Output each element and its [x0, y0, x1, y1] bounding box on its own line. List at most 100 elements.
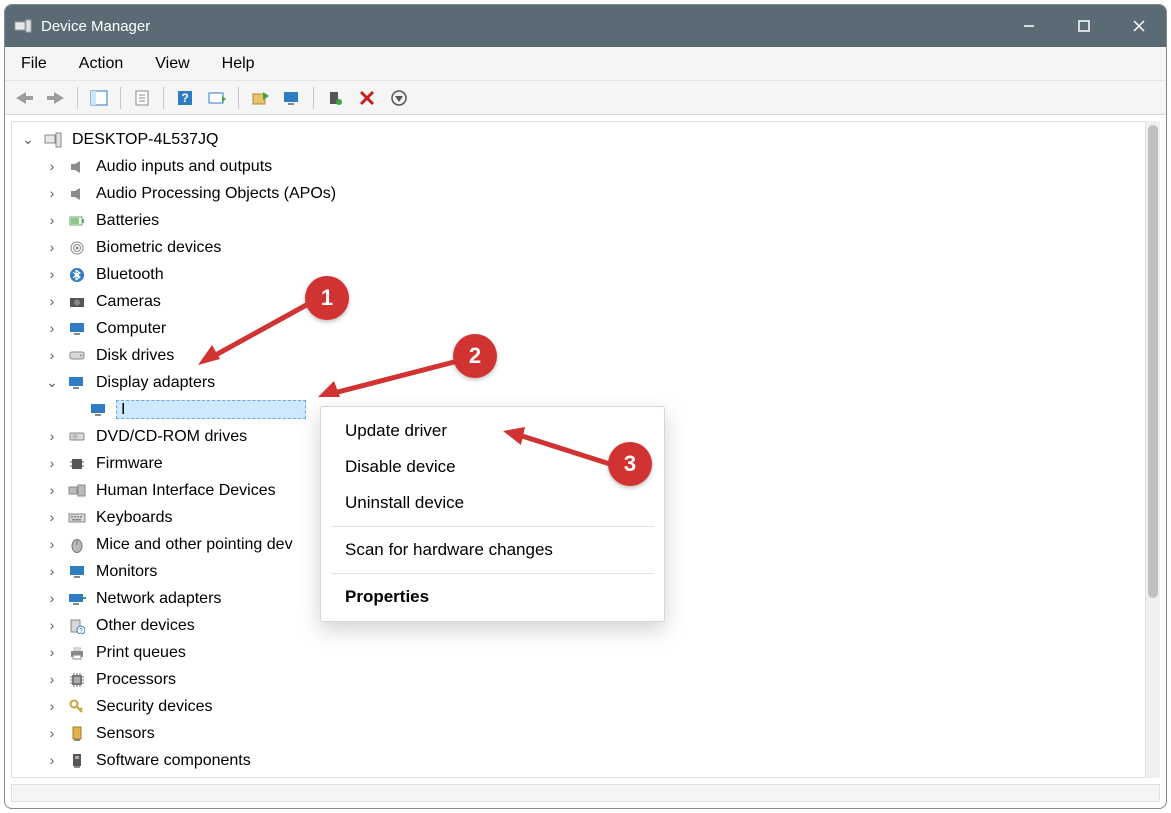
- tree-node-display[interactable]: ⌄ Display adapters: [14, 369, 1145, 396]
- expander-closed-icon[interactable]: ›: [44, 321, 60, 336]
- context-properties[interactable]: Properties: [321, 579, 664, 615]
- close-icon: [1132, 19, 1146, 33]
- expander-closed-icon[interactable]: ›: [44, 348, 60, 363]
- expander-closed-icon[interactable]: ›: [44, 564, 60, 579]
- tree-label: Bluetooth: [94, 266, 166, 284]
- tree-node-computer[interactable]: › Computer: [14, 315, 1145, 342]
- back-button[interactable]: [9, 85, 39, 111]
- expander-closed-icon[interactable]: ›: [44, 294, 60, 309]
- expander-closed-icon[interactable]: ›: [44, 699, 60, 714]
- expander-open-icon[interactable]: ⌄: [20, 132, 36, 147]
- scrollbar[interactable]: [1146, 121, 1160, 778]
- tree-label: Disk drives: [94, 347, 176, 365]
- toolbar: ?: [5, 81, 1166, 115]
- statusbar: [11, 784, 1160, 802]
- monitor-icon: [66, 322, 88, 336]
- tree-node-biometric[interactable]: › Biometric devices: [14, 234, 1145, 261]
- minimize-button[interactable]: [1001, 5, 1056, 47]
- toolbar-separator: [238, 87, 239, 109]
- cpu-icon: [66, 672, 88, 688]
- tree-root[interactable]: ⌄ DESKTOP-4L537JQ: [14, 126, 1145, 153]
- menu-action[interactable]: Action: [73, 51, 129, 77]
- annotation-badge-3: 3: [608, 442, 652, 486]
- expander-closed-icon[interactable]: ›: [44, 267, 60, 282]
- computer-icon: [42, 132, 64, 148]
- expander-closed-icon[interactable]: ›: [44, 456, 60, 471]
- expander-closed-icon[interactable]: ›: [44, 726, 60, 741]
- annotation-badge-2: 2: [453, 334, 497, 378]
- expander-closed-icon[interactable]: ›: [44, 186, 60, 201]
- tree-node-cameras[interactable]: › Cameras: [14, 288, 1145, 315]
- tree-node-batteries[interactable]: › Batteries: [14, 207, 1145, 234]
- minimize-icon: [1022, 19, 1036, 33]
- tree-label: Audio Processing Objects (APOs): [94, 185, 338, 203]
- tree-node-security[interactable]: › Security devices: [14, 693, 1145, 720]
- expander-closed-icon[interactable]: ›: [44, 753, 60, 768]
- toolbar-separator: [77, 87, 78, 109]
- close-button[interactable]: [1111, 5, 1166, 47]
- expander-closed-icon[interactable]: ›: [44, 483, 60, 498]
- console-tree-icon: [90, 90, 108, 106]
- tree-label: Network adapters: [94, 590, 223, 608]
- uninstall-device-button[interactable]: [277, 85, 307, 111]
- tree-label: Other devices: [94, 617, 197, 635]
- tree-node-audio-io[interactable]: › Audio inputs and outputs: [14, 153, 1145, 180]
- battery-icon: [66, 214, 88, 228]
- expander-closed-icon[interactable]: ›: [44, 510, 60, 525]
- maximize-button[interactable]: [1056, 5, 1111, 47]
- expander-closed-icon[interactable]: ›: [44, 159, 60, 174]
- help-icon: ?: [177, 90, 193, 106]
- help-button[interactable]: ?: [170, 85, 200, 111]
- menu-file[interactable]: File: [15, 51, 53, 77]
- expander-closed-icon[interactable]: ›: [44, 591, 60, 606]
- tree-label: Print queues: [94, 644, 188, 662]
- context-uninstall-device[interactable]: Uninstall device: [321, 485, 664, 521]
- window-controls: [1001, 5, 1166, 47]
- monitor-icon: [66, 565, 88, 579]
- tree-node-software[interactable]: › Software components: [14, 747, 1145, 774]
- back-arrow-icon: [14, 91, 34, 105]
- key-icon: [66, 699, 88, 715]
- scan-hardware-button[interactable]: [202, 85, 232, 111]
- forward-button[interactable]: [41, 85, 71, 111]
- expander-closed-icon[interactable]: ›: [44, 672, 60, 687]
- tree-node-disk[interactable]: › Disk drives: [14, 342, 1145, 369]
- tree-node-print[interactable]: › Print queues: [14, 639, 1145, 666]
- menu-view[interactable]: View: [149, 51, 195, 77]
- enable-icon: [328, 90, 342, 106]
- network-icon: [66, 592, 88, 606]
- toolbar-separator: [313, 87, 314, 109]
- disable-device-button[interactable]: [352, 85, 382, 111]
- expander-open-icon[interactable]: ⌄: [44, 375, 60, 390]
- expander-closed-icon[interactable]: ›: [44, 645, 60, 660]
- printer-icon: [66, 646, 88, 660]
- tree-node-bluetooth[interactable]: › Bluetooth: [14, 261, 1145, 288]
- tree-root-label: DESKTOP-4L537JQ: [70, 131, 220, 149]
- tree-label: Sensors: [94, 725, 157, 743]
- annotation-badge-1: 1: [305, 276, 349, 320]
- tree-label: Keyboards: [94, 509, 175, 527]
- add-legacy-hardware-button[interactable]: [384, 85, 414, 111]
- enable-device-button[interactable]: [320, 85, 350, 111]
- show-hide-console-button[interactable]: [84, 85, 114, 111]
- expander-closed-icon[interactable]: ›: [44, 213, 60, 228]
- context-update-driver[interactable]: Update driver: [321, 413, 664, 449]
- display-adapter-icon: [66, 376, 88, 390]
- update-driver-button[interactable]: [245, 85, 275, 111]
- tree-node-audio-apo[interactable]: › Audio Processing Objects (APOs): [14, 180, 1145, 207]
- context-scan-hardware[interactable]: Scan for hardware changes: [321, 532, 664, 568]
- chip-icon: [66, 456, 88, 472]
- expander-closed-icon[interactable]: ›: [44, 429, 60, 444]
- scrollbar-thumb[interactable]: [1148, 125, 1158, 598]
- camera-icon: [66, 295, 88, 309]
- properties-button[interactable]: [127, 85, 157, 111]
- menu-help[interactable]: Help: [216, 51, 261, 77]
- tree-node-processors[interactable]: › Processors: [14, 666, 1145, 693]
- expander-closed-icon[interactable]: ›: [44, 240, 60, 255]
- expander-closed-icon[interactable]: ›: [44, 618, 60, 633]
- tree-label: Computer: [94, 320, 168, 338]
- speaker-icon: [66, 186, 88, 202]
- expander-closed-icon[interactable]: ›: [44, 537, 60, 552]
- scan-icon: [208, 90, 226, 106]
- tree-node-sensors[interactable]: › Sensors: [14, 720, 1145, 747]
